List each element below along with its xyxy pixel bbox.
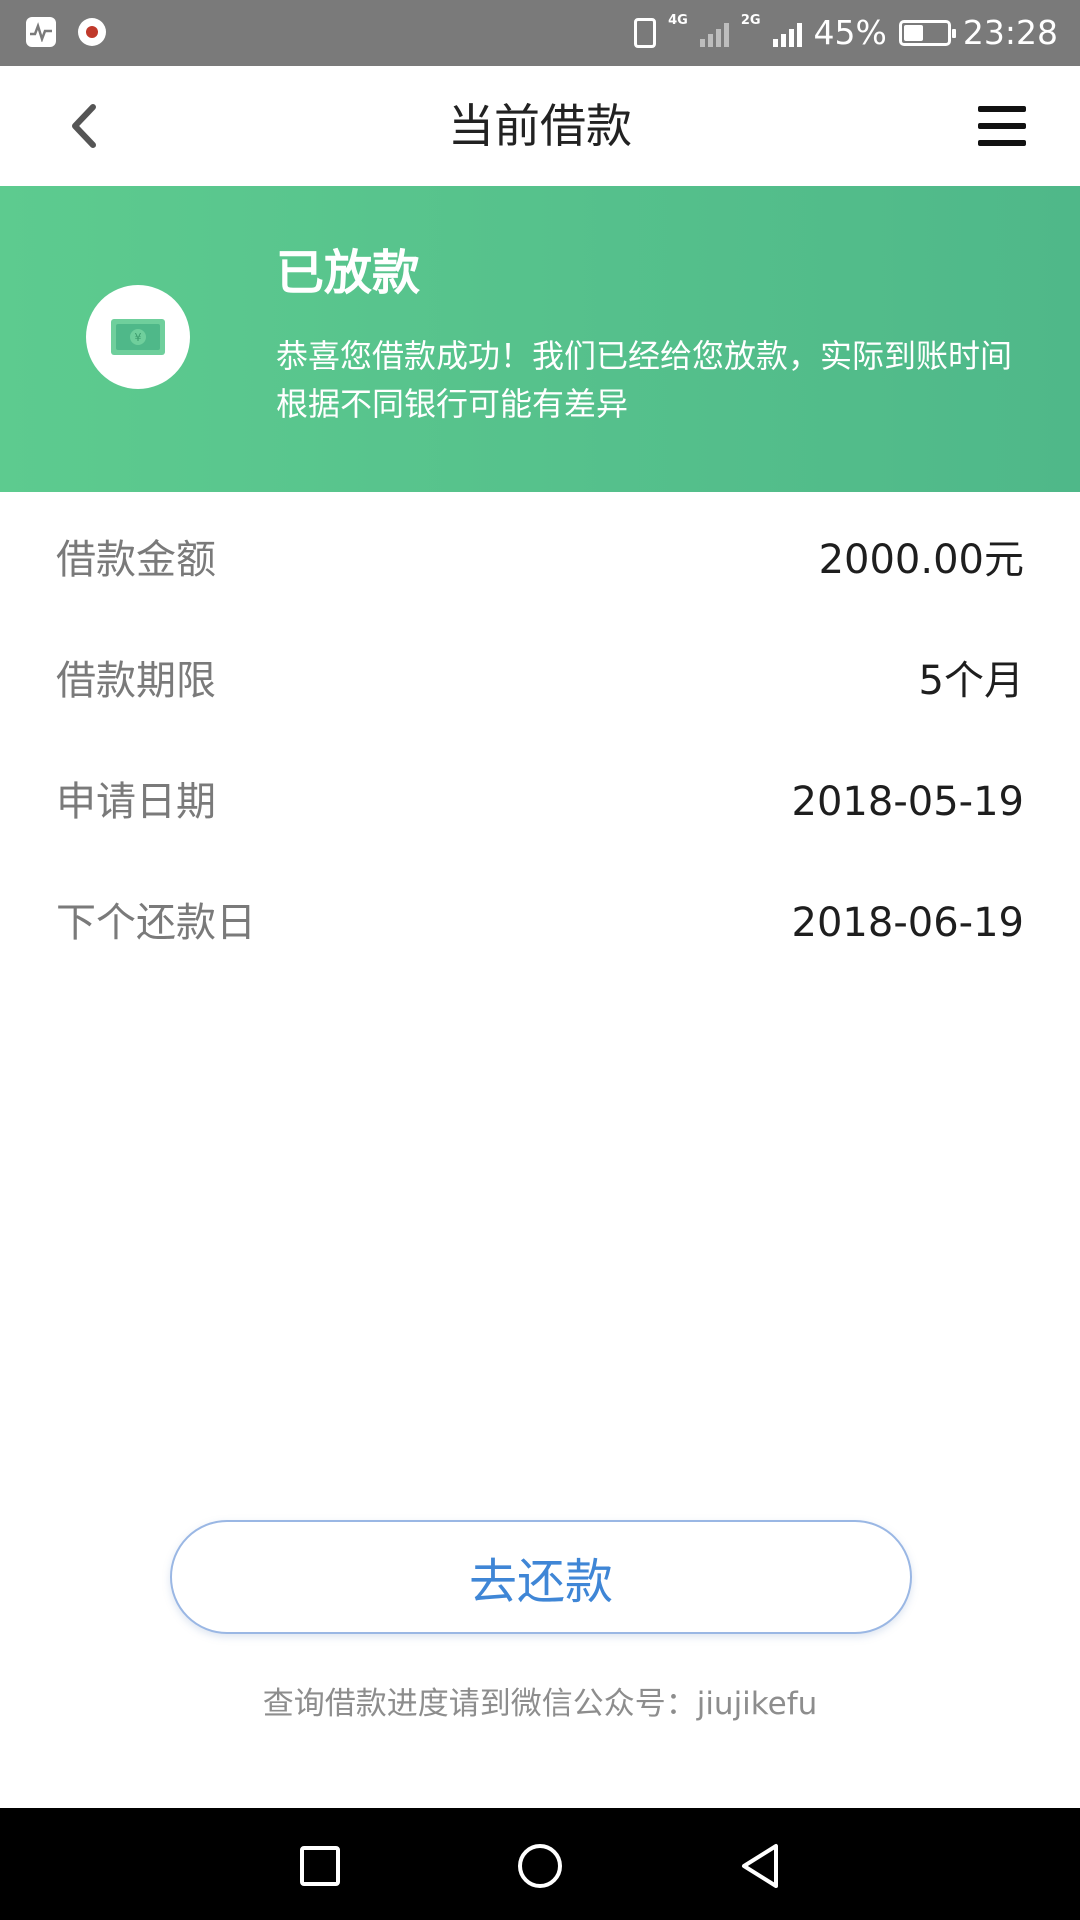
detail-label: 借款金额 (56, 537, 216, 583)
recent-apps-icon (300, 1846, 340, 1886)
status-banner: ¥ 已放款 恭喜您借款成功！我们已经给您放款，实际到账时间根据不同银行可能有差异 (0, 186, 1080, 492)
app-header: 当前借款 (0, 66, 1080, 187)
app-notification-icon (78, 18, 106, 46)
detail-row-amount: 借款金额 2000.00元 (0, 492, 1080, 613)
battery-fill (903, 25, 923, 41)
svg-text:¥: ¥ (135, 331, 142, 344)
detail-value: 2000.00元 (818, 537, 1024, 583)
app-screen: 4G 2G 45% 23:28 当前借款 ¥ 已放款 恭喜您借款成功！我们已经给… (0, 0, 1080, 1920)
battery-percent: 45% (813, 13, 887, 52)
activity-monitor-icon (26, 17, 56, 47)
repay-button[interactable]: 去还款 (170, 1520, 912, 1634)
menu-icon (978, 106, 1026, 112)
network-type-label: 4G (668, 13, 688, 28)
banner-icon-circle: ¥ (86, 285, 190, 389)
detail-value: 2018-05-19 (791, 779, 1024, 825)
battery-icon (898, 20, 956, 46)
menu-button[interactable] (978, 106, 1026, 150)
detail-value: 2018-06-19 (791, 900, 1024, 946)
loan-status-title: 已放款 (276, 245, 421, 301)
detail-label: 借款期限 (56, 658, 216, 704)
menu-icon-bar (978, 123, 1026, 129)
signal-strength-icon (772, 19, 802, 47)
detail-row-next-repay-date: 下个还款日 2018-06-19 (0, 855, 1080, 976)
notification-icons (26, 17, 106, 47)
home-button[interactable] (512, 1838, 568, 1894)
network-type-label: 2G (740, 13, 761, 28)
loan-details: 借款金额 2000.00元 借款期限 5个月 申请日期 2018-05-19 下… (0, 492, 1080, 976)
home-icon (518, 1844, 562, 1888)
detail-row-apply-date: 申请日期 2018-05-19 (0, 734, 1080, 855)
detail-label: 下个还款日 (56, 900, 256, 946)
back-icon (742, 1844, 778, 1888)
status-indicators: 4G 2G 45% 23:28 (634, 10, 1058, 56)
recent-apps-button[interactable] (292, 1838, 348, 1894)
detail-label: 申请日期 (56, 779, 216, 825)
clock: 23:28 (962, 13, 1058, 52)
loan-status-description: 恭喜您借款成功！我们已经给您放款，实际到账时间根据不同银行可能有差异 (276, 337, 1013, 423)
page-title: 当前借款 (448, 99, 632, 153)
system-nav-bar (0, 1808, 1080, 1920)
menu-icon-bar (978, 140, 1026, 146)
status-bar: 4G 2G 45% 23:28 (0, 0, 1080, 66)
detail-value: 5个月 (918, 658, 1024, 704)
money-bill-icon: ¥ (111, 319, 165, 355)
system-back-button[interactable] (732, 1838, 788, 1894)
wechat-hint: 查询借款进度请到微信公众号：jiujikefu (262, 1686, 818, 1722)
detail-row-term: 借款期限 5个月 (0, 613, 1080, 734)
signal-strength-icon (699, 19, 729, 47)
vibrate-icon (634, 18, 657, 48)
